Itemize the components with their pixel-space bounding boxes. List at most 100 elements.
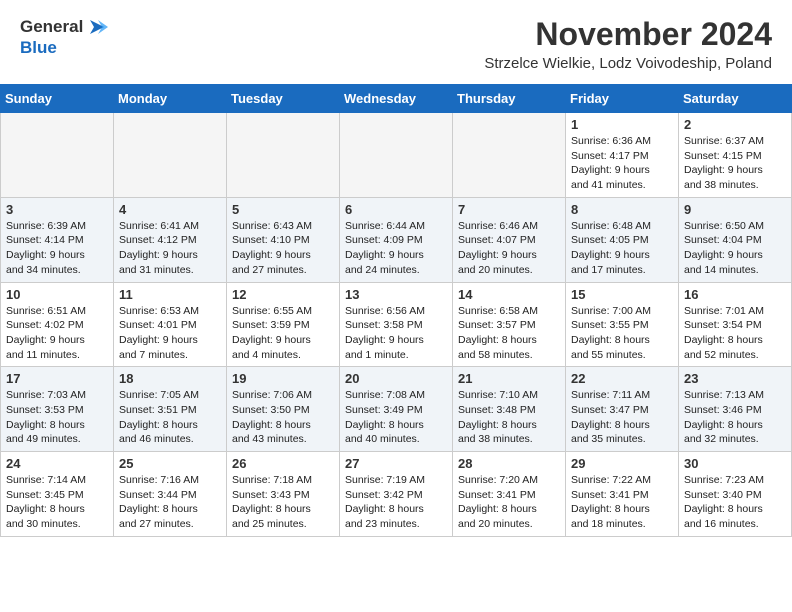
calendar-cell — [114, 113, 227, 198]
day-number: 21 — [458, 371, 560, 386]
logo-general: General — [20, 17, 83, 37]
calendar-cell: 16Sunrise: 7:01 AM Sunset: 3:54 PM Dayli… — [679, 282, 792, 367]
calendar-cell: 24 Sunrise: 7:14 AM Sunset: 3:45 PM Dayli… — [1, 452, 114, 537]
day-number: 13 — [345, 287, 447, 302]
day-info: Sunrise: 7:16 AM Sunset: 3:44 PM Dayligh… — [119, 473, 221, 532]
day-number: 19 — [232, 371, 334, 386]
calendar-cell: 8 Sunrise: 6:48 AM Sunset: 4:05 PM Daylig… — [566, 197, 679, 282]
day-info: Sunrise: 7:05 AM Sunset: 3:51 PM Dayligh… — [119, 388, 221, 447]
day-info: Sunrise: 6:44 AM Sunset: 4:09 PM Dayligh… — [345, 219, 447, 278]
day-number: 5 — [232, 202, 334, 217]
header-thursday: Thursday — [453, 85, 566, 113]
header-tuesday: Tuesday — [227, 85, 340, 113]
week-row-1: 3 Sunrise: 6:39 AM Sunset: 4:14 PM Daylig… — [1, 197, 792, 282]
title-block: November 2024 Strzelce Wielkie, Lodz Voi… — [484, 16, 772, 72]
calendar-cell: 27 Sunrise: 7:19 AM Sunset: 3:42 PM Dayli… — [340, 452, 453, 537]
calendar-cell: 5 Sunrise: 6:43 AM Sunset: 4:10 PM Daylig… — [227, 197, 340, 282]
calendar-cell: 11 Sunrise: 6:53 AM Sunset: 4:01 PM Dayli… — [114, 282, 227, 367]
week-row-0: 1 Sunrise: 6:36 AM Sunset: 4:17 PM Daylig… — [1, 113, 792, 198]
calendar-cell: 21 Sunrise: 7:10 AM Sunset: 3:48 PM Dayli… — [453, 367, 566, 452]
day-number: 6 — [345, 202, 447, 217]
day-info: Sunrise: 7:08 AM Sunset: 3:49 PM Dayligh… — [345, 388, 447, 447]
calendar-cell: 10 Sunrise: 6:51 AM Sunset: 4:02 PM Dayli… — [1, 282, 114, 367]
day-info: Sunrise: 6:50 AM Sunset: 4:04 PM Dayligh… — [684, 219, 786, 278]
day-info: Sunrise: 6:41 AM Sunset: 4:12 PM Dayligh… — [119, 219, 221, 278]
day-info: Sunrise: 6:53 AM Sunset: 4:01 PM Dayligh… — [119, 304, 221, 363]
day-info: Sunrise: 7:14 AM Sunset: 3:45 PM Dayligh… — [6, 473, 108, 532]
day-info: Sunrise: 7:13 AM Sunset: 3:46 PM Dayligh… — [684, 388, 786, 447]
calendar-cell: 1 Sunrise: 6:36 AM Sunset: 4:17 PM Daylig… — [566, 113, 679, 198]
day-number: 1 — [571, 117, 673, 132]
header-monday: Monday — [114, 85, 227, 113]
subtitle: Strzelce Wielkie, Lodz Voivodeship, Pola… — [484, 55, 772, 72]
day-info: Sunrise: 6:36 AM Sunset: 4:17 PM Dayligh… — [571, 134, 673, 193]
day-number: 2 — [684, 117, 786, 132]
header-row: Sunday Monday Tuesday Wednesday Thursday… — [1, 85, 792, 113]
day-info: Sunrise: 6:46 AM Sunset: 4:07 PM Dayligh… — [458, 219, 560, 278]
calendar-cell: 6 Sunrise: 6:44 AM Sunset: 4:09 PM Daylig… — [340, 197, 453, 282]
day-info: Sunrise: 6:39 AM Sunset: 4:14 PM Dayligh… — [6, 219, 108, 278]
calendar-table: Sunday Monday Tuesday Wednesday Thursday… — [0, 84, 792, 537]
calendar-cell: 15Sunrise: 7:00 AM Sunset: 3:55 PM Dayli… — [566, 282, 679, 367]
day-info: Sunrise: 7:10 AM Sunset: 3:48 PM Dayligh… — [458, 388, 560, 447]
header-sunday: Sunday — [1, 85, 114, 113]
day-number: 10 — [6, 287, 108, 302]
calendar-cell — [227, 113, 340, 198]
calendar-cell: 9Sunrise: 6:50 AM Sunset: 4:04 PM Daylig… — [679, 197, 792, 282]
header-saturday: Saturday — [679, 85, 792, 113]
day-number: 27 — [345, 456, 447, 471]
day-number: 25 — [119, 456, 221, 471]
calendar-cell: 7Sunrise: 6:46 AM Sunset: 4:07 PM Daylig… — [453, 197, 566, 282]
calendar-cell: 20 Sunrise: 7:08 AM Sunset: 3:49 PM Dayli… — [340, 367, 453, 452]
day-info: Sunrise: 7:11 AM Sunset: 3:47 PM Dayligh… — [571, 388, 673, 447]
calendar-cell: 28 Sunrise: 7:20 AM Sunset: 3:41 PM Dayli… — [453, 452, 566, 537]
day-info: Sunrise: 7:22 AM Sunset: 3:41 PM Dayligh… — [571, 473, 673, 532]
day-info: Sunrise: 7:20 AM Sunset: 3:41 PM Dayligh… — [458, 473, 560, 532]
day-number: 24 — [6, 456, 108, 471]
header-friday: Friday — [566, 85, 679, 113]
calendar-cell: 12Sunrise: 6:55 AM Sunset: 3:59 PM Dayli… — [227, 282, 340, 367]
day-number: 26 — [232, 456, 334, 471]
day-info: Sunrise: 7:19 AM Sunset: 3:42 PM Dayligh… — [345, 473, 447, 532]
day-number: 12 — [232, 287, 334, 302]
day-info: Sunrise: 6:56 AM Sunset: 3:58 PM Dayligh… — [345, 304, 447, 363]
day-number: 18 — [119, 371, 221, 386]
day-number: 14 — [458, 287, 560, 302]
day-number: 28 — [458, 456, 560, 471]
main-title: November 2024 — [484, 16, 772, 53]
day-info: Sunrise: 6:37 AM Sunset: 4:15 PM Dayligh… — [684, 134, 786, 193]
day-info: Sunrise: 6:43 AM Sunset: 4:10 PM Dayligh… — [232, 219, 334, 278]
day-number: 17 — [6, 371, 108, 386]
day-info: Sunrise: 6:51 AM Sunset: 4:02 PM Dayligh… — [6, 304, 108, 363]
calendar-cell: 25 Sunrise: 7:16 AM Sunset: 3:44 PM Dayli… — [114, 452, 227, 537]
day-number: 3 — [6, 202, 108, 217]
day-number: 20 — [345, 371, 447, 386]
day-number: 30 — [684, 456, 786, 471]
calendar-cell: 17Sunrise: 7:03 AM Sunset: 3:53 PM Dayli… — [1, 367, 114, 452]
calendar-cell: 19 Sunrise: 7:06 AM Sunset: 3:50 PM Dayli… — [227, 367, 340, 452]
header: General Blue November 2024 Strzelce Wiel… — [0, 0, 792, 76]
week-row-2: 10 Sunrise: 6:51 AM Sunset: 4:02 PM Dayli… — [1, 282, 792, 367]
week-row-4: 24 Sunrise: 7:14 AM Sunset: 3:45 PM Dayli… — [1, 452, 792, 537]
day-info: Sunrise: 7:06 AM Sunset: 3:50 PM Dayligh… — [232, 388, 334, 447]
day-info: Sunrise: 7:18 AM Sunset: 3:43 PM Dayligh… — [232, 473, 334, 532]
calendar-cell — [1, 113, 114, 198]
day-number: 15 — [571, 287, 673, 302]
day-info: Sunrise: 6:58 AM Sunset: 3:57 PM Dayligh… — [458, 304, 560, 363]
logo: General Blue — [20, 16, 112, 58]
calendar-cell: 30 Sunrise: 7:23 AM Sunset: 3:40 PM Dayli… — [679, 452, 792, 537]
day-number: 4 — [119, 202, 221, 217]
day-number: 8 — [571, 202, 673, 217]
day-info: Sunrise: 7:23 AM Sunset: 3:40 PM Dayligh… — [684, 473, 786, 532]
day-info: Sunrise: 6:48 AM Sunset: 4:05 PM Dayligh… — [571, 219, 673, 278]
calendar-cell: 26 Sunrise: 7:18 AM Sunset: 3:43 PM Dayli… — [227, 452, 340, 537]
calendar-cell — [453, 113, 566, 198]
day-number: 11 — [119, 287, 221, 302]
week-row-3: 17Sunrise: 7:03 AM Sunset: 3:53 PM Dayli… — [1, 367, 792, 452]
calendar-cell: 3 Sunrise: 6:39 AM Sunset: 4:14 PM Daylig… — [1, 197, 114, 282]
calendar-cell: 22 Sunrise: 7:11 AM Sunset: 3:47 PM Dayli… — [566, 367, 679, 452]
day-number: 29 — [571, 456, 673, 471]
page-container: General Blue November 2024 Strzelce Wiel… — [0, 0, 792, 612]
logo-arrow-icon — [86, 16, 108, 38]
day-number: 22 — [571, 371, 673, 386]
